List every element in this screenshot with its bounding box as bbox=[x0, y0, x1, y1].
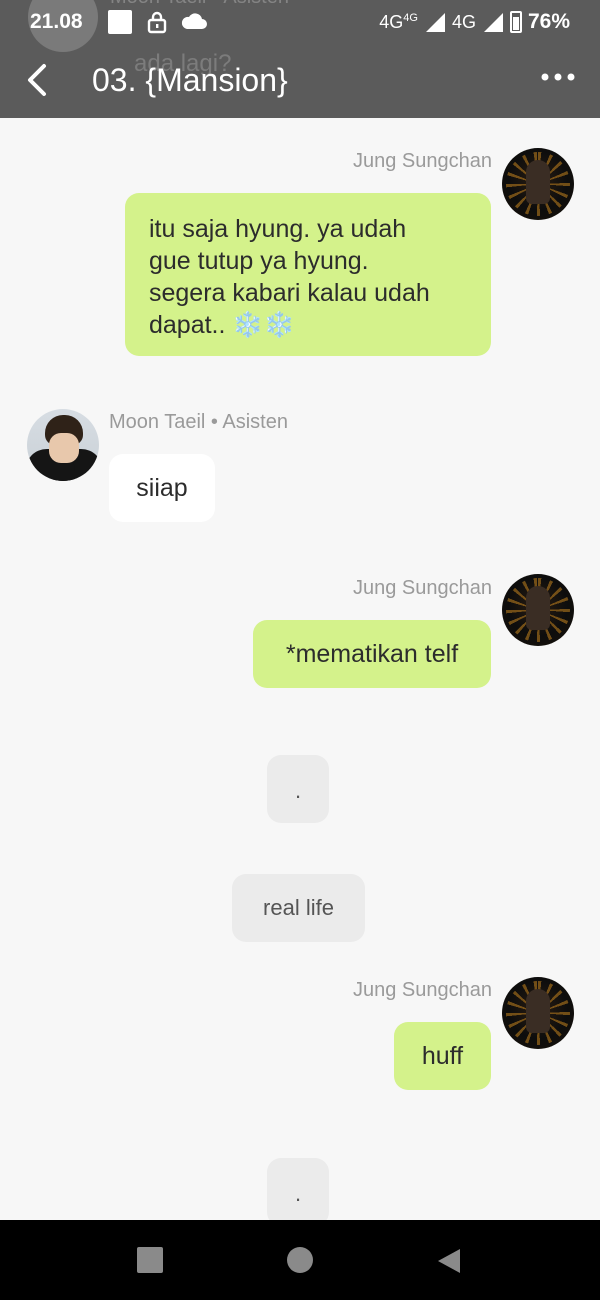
my-message-bubble[interactable]: huff bbox=[394, 1022, 491, 1090]
network-label-2: 4G bbox=[451, 11, 476, 32]
signal-icon bbox=[483, 13, 503, 32]
lock-icon bbox=[147, 11, 167, 34]
back-triangle-icon[interactable] bbox=[436, 1247, 462, 1275]
battery-icon bbox=[509, 11, 522, 33]
avatar-moon-taeil[interactable] bbox=[27, 409, 99, 481]
message-line: itu saja hyung. ya udah bbox=[149, 215, 407, 243]
signal-icon bbox=[425, 13, 445, 32]
my-message-bubble[interactable]: itu saja hyung. ya udah gue tutup ya hyu… bbox=[125, 193, 491, 356]
notification-square-icon bbox=[108, 10, 132, 34]
network-label-1: 4G4G bbox=[379, 11, 418, 32]
sender-name: Jung Sungchan bbox=[352, 979, 492, 1001]
message-line: gue tutup ya hyung. bbox=[149, 247, 369, 275]
avatar-jung-sungchan[interactable] bbox=[502, 977, 574, 1049]
sender-name: Moon Taeil • Asisten bbox=[109, 411, 288, 433]
system-message: . bbox=[267, 755, 329, 823]
home-circle-icon[interactable] bbox=[287, 1247, 313, 1273]
status-time: 21.08 bbox=[30, 10, 83, 33]
navigation-bar bbox=[0, 1220, 600, 1300]
status-bar: 21.08 4G4G 4G 76% bbox=[0, 0, 600, 44]
status-right-group: 4G4G 4G 76% bbox=[379, 10, 570, 34]
more-options-icon[interactable] bbox=[540, 70, 576, 84]
chat-messages[interactable]: Jung Sungchan itu saja hyung. ya udah gu… bbox=[0, 118, 600, 1220]
battery-percentage: 76% bbox=[527, 10, 570, 33]
other-message-bubble[interactable]: siiap bbox=[109, 454, 215, 522]
recents-square-icon[interactable] bbox=[137, 1247, 163, 1273]
avatar-jung-sungchan[interactable] bbox=[502, 148, 574, 220]
message-line: dapat.. ❄️❄️ bbox=[149, 311, 295, 339]
system-message: real life bbox=[232, 874, 365, 942]
system-message: . bbox=[267, 1158, 329, 1220]
chat-title: 03. {Mansion} bbox=[92, 62, 288, 98]
my-message-bubble[interactable]: *mematikan telf bbox=[253, 620, 491, 688]
back-chevron-icon[interactable] bbox=[24, 62, 50, 98]
app-bar: 03. {Mansion} bbox=[0, 48, 600, 118]
sender-name: Jung Sungchan bbox=[352, 577, 492, 599]
cloud-icon bbox=[181, 13, 207, 29]
message-line: segera kabari kalau udah bbox=[149, 279, 430, 307]
sender-name: Jung Sungchan bbox=[352, 150, 492, 172]
avatar-jung-sungchan[interactable] bbox=[502, 574, 574, 646]
top-header: Moon Taeil • Asisten ada lagi? 21.08 4G4… bbox=[0, 0, 600, 118]
